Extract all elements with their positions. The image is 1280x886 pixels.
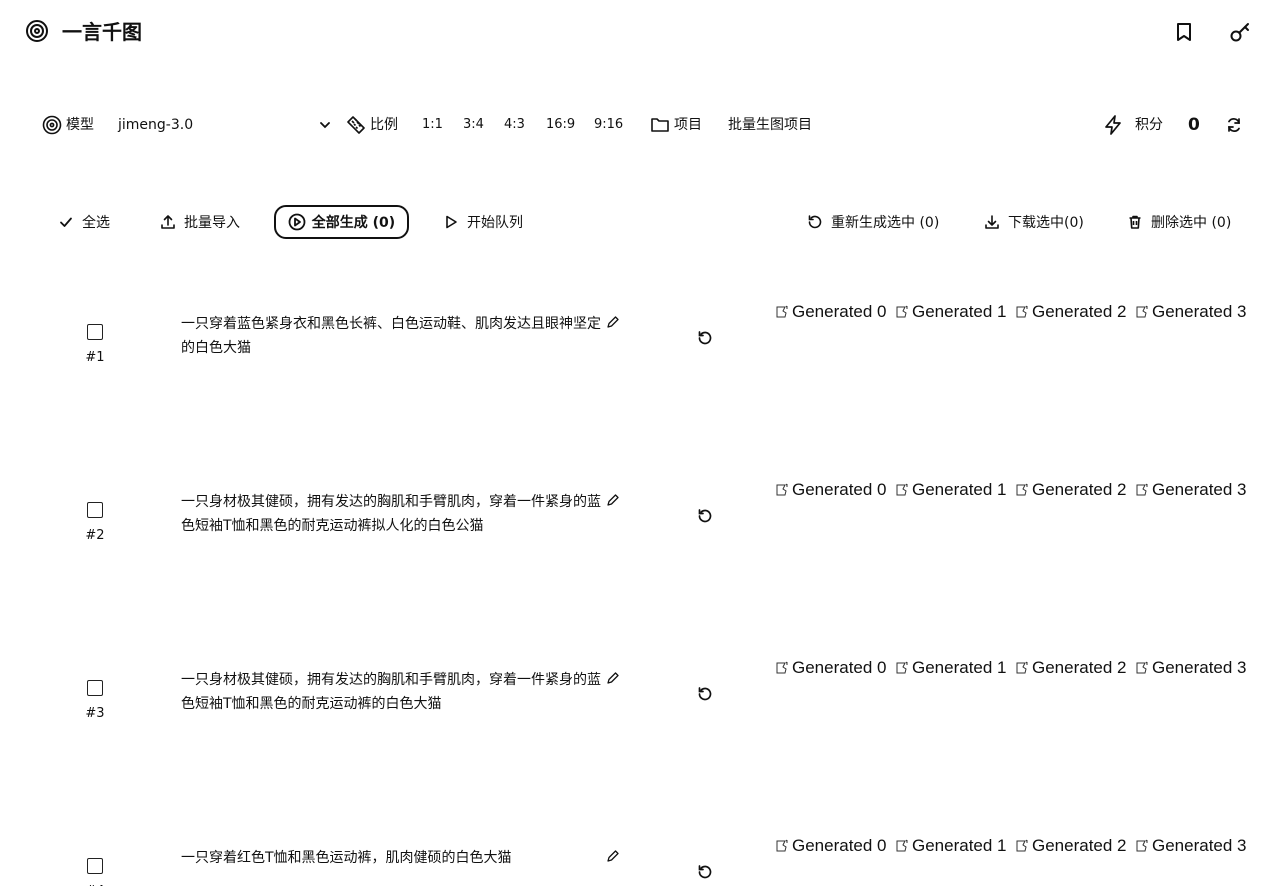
rotate-ccw-icon[interactable] [697,330,713,346]
broken-image-icon [775,660,791,676]
select-all-label: 全选 [82,215,110,231]
rotate-ccw-icon[interactable] [697,864,713,880]
prompt-text: 一只身材极其健硕，拥有发达的胸肌和手臂肌肉，穿着一件紧身的蓝色短袖T恤和黑色的耐… [181,494,601,534]
broken-image-icon [1015,660,1031,676]
trash-icon [1127,214,1143,230]
credits-value: 0 [1188,115,1200,135]
broken-image-icon [895,482,911,498]
ratio-option[interactable]: 1:1 [422,115,443,135]
app-title: 一言千图 [62,20,142,44]
start-queue-button[interactable]: 开始队列 [443,210,523,234]
ruler-icon [346,115,366,135]
generated-image[interactable]: Generated 3 [1135,302,1247,322]
ratio-option[interactable]: 16:9 [546,115,575,135]
table-row: #4 一只穿着红色T恤和黑色运动裤，肌肉健硕的白色大猫 Generated 0 … [0,824,1280,886]
broken-image-icon [1135,304,1151,320]
broken-image-icon [1015,838,1031,854]
pencil-icon[interactable] [606,849,620,863]
ratio-option[interactable]: 3:4 [463,115,484,135]
play-icon [443,214,459,230]
generated-image[interactable]: Generated 1 [895,658,1007,678]
generated-image[interactable]: Generated 0 [775,302,887,322]
download-icon [984,214,1000,230]
generated-image[interactable]: Generated 3 [1135,836,1247,856]
rotate-ccw-icon[interactable] [697,686,713,702]
generated-image[interactable]: Generated 2 [1015,836,1127,856]
generate-all-label: 全部生成 (0) [311,215,396,231]
table-row: #2 一只身材极其健硕，拥有发达的胸肌和手臂肌肉，穿着一件紧身的蓝色短袖T恤和黑… [0,468,1280,646]
broken-image-icon [1015,482,1031,498]
chevron-down-icon [318,119,332,131]
broken-image-icon [775,304,791,320]
broken-image-icon [1135,660,1151,676]
lightning-icon [1103,114,1123,136]
ratio-label: 比例 [370,117,398,133]
generated-image[interactable]: Generated 2 [1015,658,1127,678]
credits-label: 积分 [1135,117,1163,133]
generated-image[interactable]: Generated 2 [1015,302,1127,322]
model-label: 模型 [66,117,94,133]
broken-image-icon [895,660,911,676]
delete-selected-button[interactable]: 删除选中 (0) [1127,210,1231,234]
model-value: jimeng-3.0 [118,117,194,133]
play-circle-icon [288,213,306,231]
row-checkbox[interactable] [87,502,103,518]
project-value[interactable]: 批量生图项目 [728,115,812,135]
prompt-text: 一只穿着蓝色紧身衣和黑色长裤、白色运动鞋、肌肉发达且眼神坚定的白色大猫 [181,316,601,356]
pencil-icon[interactable] [606,493,620,507]
target-icon [25,19,49,43]
regenerate-selected-button[interactable]: 重新生成选中 (0) [807,210,939,234]
model-select[interactable]: jimeng-3.0 [112,110,338,140]
key-icon[interactable] [1228,20,1252,44]
generated-image[interactable]: Generated 1 [895,302,1007,322]
generated-image[interactable]: Generated 0 [775,836,887,856]
broken-image-icon [1015,304,1031,320]
broken-image-icon [1135,838,1151,854]
rotate-ccw-icon[interactable] [697,508,713,524]
download-selected-label: 下载选中(0) [1008,215,1084,231]
regenerate-selected-label: 重新生成选中 (0) [831,215,940,231]
prompt-text: 一只穿着红色T恤和黑色运动裤，肌肉健硕的白色大猫 [181,850,512,866]
broken-image-icon [775,482,791,498]
generated-image[interactable]: Generated 0 [775,480,887,500]
select-all-button[interactable]: 全选 [58,210,110,234]
broken-image-icon [1135,482,1151,498]
start-queue-label: 开始队列 [467,215,523,231]
row-index: #1 [85,350,105,365]
bookmark-icon[interactable] [1172,20,1196,44]
row-checkbox[interactable] [87,858,103,874]
ratio-option[interactable]: 4:3 [504,115,525,135]
project-label: 项目 [674,117,702,133]
generated-image[interactable]: Generated 3 [1135,658,1247,678]
generated-image[interactable]: Generated 0 [775,658,887,678]
rotate-ccw-icon [807,214,823,230]
generated-image[interactable]: Generated 1 [895,480,1007,500]
generated-image[interactable]: Generated 2 [1015,480,1127,500]
generate-all-button[interactable]: 全部生成 (0) [274,205,409,239]
ratio-option[interactable]: 9:16 [594,115,623,135]
folder-icon [650,115,670,135]
broken-image-icon [895,838,911,854]
upload-icon [160,214,176,230]
row-checkbox[interactable] [87,680,103,696]
prompt-text: 一只身材极其健硕，拥有发达的胸肌和手臂肌肉，穿着一件紧身的蓝色短袖T恤和黑色的耐… [181,672,601,712]
generated-image[interactable]: Generated 3 [1135,480,1247,500]
pencil-icon[interactable] [606,671,620,685]
row-index: #2 [85,528,105,543]
generated-image[interactable]: Generated 1 [895,836,1007,856]
table-row: #3 一只身材极其健硕，拥有发达的胸肌和手臂肌肉，穿着一件紧身的蓝色短袖T恤和黑… [0,646,1280,824]
batch-import-button[interactable]: 批量导入 [160,210,240,234]
refresh-icon[interactable] [1225,116,1243,134]
delete-selected-label: 删除选中 (0) [1151,215,1232,231]
check-icon [58,214,74,230]
row-index: #3 [85,706,105,721]
table-row: #1 一只穿着蓝色紧身衣和黑色长裤、白色运动鞋、肌肉发达且眼神坚定的白色大猫 G… [0,290,1280,468]
broken-image-icon [895,304,911,320]
batch-import-label: 批量导入 [184,215,240,231]
broken-image-icon [775,838,791,854]
row-checkbox[interactable] [87,324,103,340]
target-icon [42,115,62,135]
download-selected-button[interactable]: 下载选中(0) [984,210,1084,234]
pencil-icon[interactable] [606,315,620,329]
